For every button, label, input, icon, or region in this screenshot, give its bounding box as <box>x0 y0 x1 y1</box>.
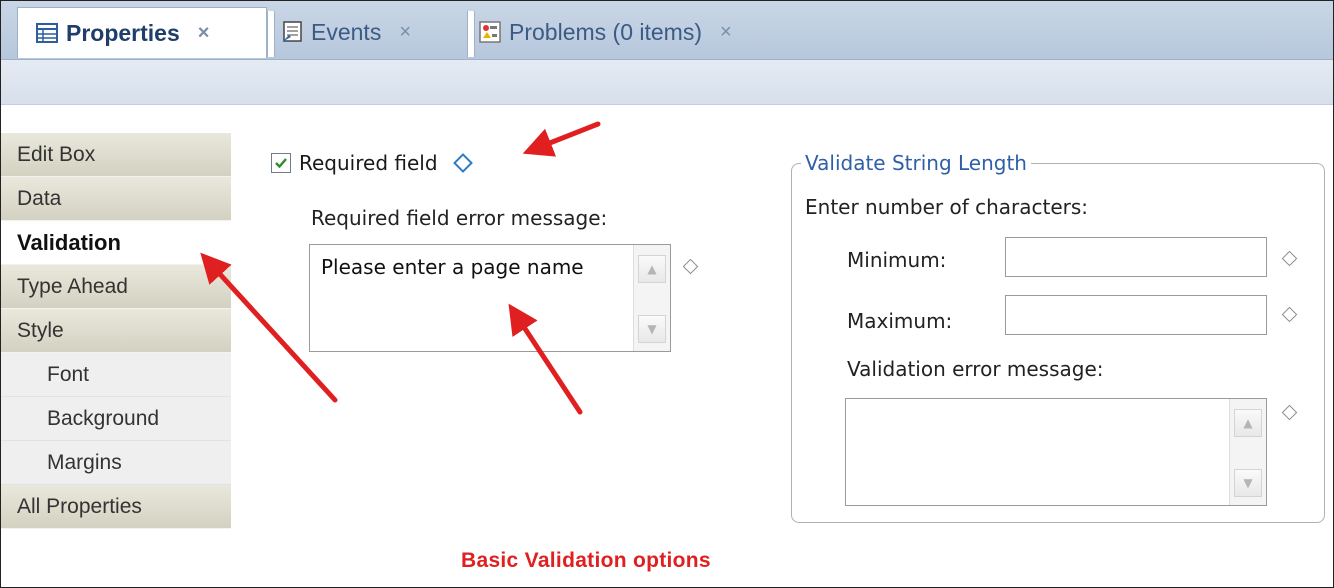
tab-events[interactable]: Events × <box>275 7 471 57</box>
computed-value-diamond-icon[interactable] <box>682 258 699 275</box>
maximum-label: Maximum: <box>847 309 953 333</box>
validate-string-length-legend: Validate String Length <box>801 151 1031 175</box>
category-label: Edit Box <box>17 142 96 166</box>
required-error-message-textarea[interactable]: Please enter a page name ▲ ▼ <box>309 244 671 352</box>
tab-properties[interactable]: Properties × <box>17 7 267 58</box>
scroll-down-arrow-icon[interactable]: ▼ <box>1234 469 1262 497</box>
category-data[interactable]: Data <box>1 177 231 221</box>
tab-label: Problems (0 items) <box>509 18 702 45</box>
tab-divider <box>267 11 275 57</box>
tab-label: Properties <box>66 19 180 46</box>
category-list: Edit Box Data Validation Type Ahead Styl… <box>1 133 231 529</box>
close-icon[interactable]: × <box>198 22 210 45</box>
category-background[interactable]: Background <box>1 397 231 441</box>
required-error-message-label: Required field error message: <box>311 206 608 230</box>
textarea-scrollbar[interactable]: ▲ ▼ <box>1229 399 1266 505</box>
properties-view: Properties × Events × Problems (0 items)… <box>0 0 1334 588</box>
close-icon[interactable]: × <box>399 21 411 44</box>
tab-problems[interactable]: Problems (0 items) × <box>475 7 835 57</box>
validation-error-message-label: Validation error message: <box>847 357 1104 381</box>
category-label: Validation <box>17 229 121 255</box>
tab-divider <box>467 11 475 57</box>
category-type-ahead[interactable]: Type Ahead <box>1 265 231 309</box>
required-field-checkbox[interactable] <box>271 153 291 173</box>
category-label: Background <box>47 406 160 430</box>
category-font[interactable]: Font <box>1 353 231 397</box>
view-toolbar-area <box>1 60 1333 105</box>
category-label: Margins <box>47 450 122 474</box>
category-label: Font <box>47 362 90 386</box>
enter-characters-label: Enter number of characters: <box>805 195 1089 219</box>
textarea-scrollbar[interactable]: ▲ ▼ <box>633 245 670 351</box>
category-all-properties[interactable]: All Properties <box>1 485 231 529</box>
category-validation[interactable]: Validation <box>1 221 231 265</box>
validation-error-message-textarea[interactable]: ▲ ▼ <box>845 398 1267 506</box>
category-margins[interactable]: Margins <box>1 441 231 485</box>
view-tab-bar: Properties × Events × Problems (0 items)… <box>1 1 1333 60</box>
scroll-up-arrow-icon[interactable]: ▲ <box>1234 409 1262 437</box>
scroll-up-arrow-icon[interactable]: ▲ <box>638 255 666 283</box>
category-label: Data <box>17 186 62 210</box>
category-label: Type Ahead <box>17 274 128 298</box>
close-icon[interactable]: × <box>720 21 732 44</box>
properties-table-icon <box>36 22 58 44</box>
events-icon <box>281 21 303 43</box>
category-edit-box[interactable]: Edit Box <box>1 133 231 177</box>
scroll-down-arrow-icon[interactable]: ▼ <box>638 315 666 343</box>
tab-label: Events <box>311 18 382 45</box>
category-label: All Properties <box>17 494 142 518</box>
maximum-input[interactable] <box>1005 295 1267 335</box>
required-field-row: Required field <box>271 151 473 175</box>
minimum-input[interactable] <box>1005 237 1267 277</box>
category-style[interactable]: Style <box>1 309 231 353</box>
annotation-caption: Basic Validation options <box>461 549 711 572</box>
required-field-label: Required field <box>299 151 438 175</box>
category-label: Style <box>17 318 64 342</box>
required-error-message-value: Please enter a page name <box>321 255 584 279</box>
computed-value-diamond-icon[interactable] <box>452 153 473 173</box>
problems-icon <box>479 21 501 43</box>
minimum-label: Minimum: <box>847 248 947 272</box>
checkmark-icon <box>275 158 287 169</box>
